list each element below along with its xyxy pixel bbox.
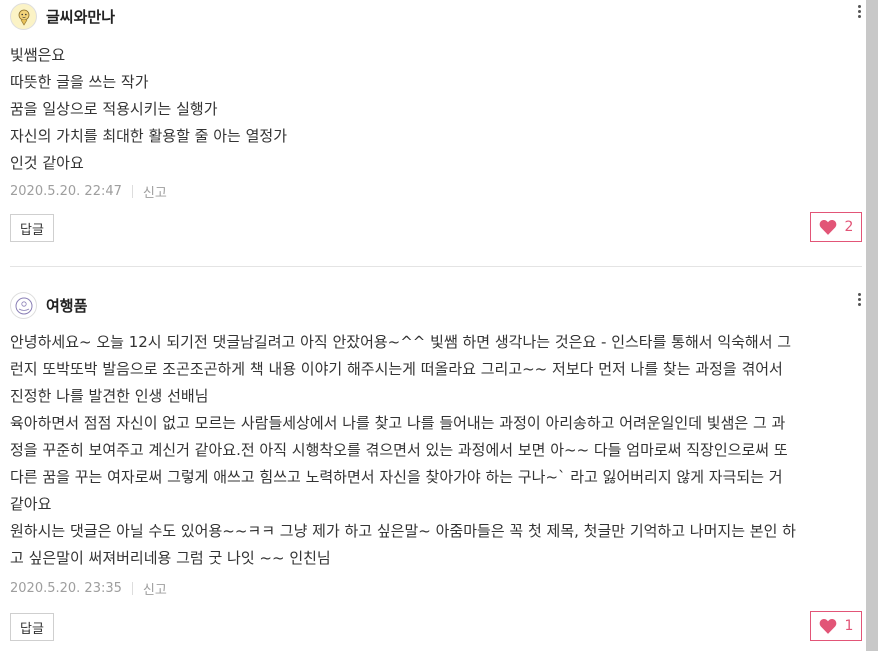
comment-line: 같아요 (10, 495, 52, 513)
comment-body: 안녕하세요~ 오늘 12시 되기전 댓글남길려고 아직 안잤어용~^^ 빛쌤 하… (10, 329, 858, 572)
comment-line: 자신의 가치를 최대한 활용할 줄 아는 열정가 (10, 127, 288, 145)
comment-line: 진정한 나를 발견한 인생 선배님 (10, 387, 209, 405)
meta-divider (131, 185, 133, 198)
like-button[interactable]: 2 (810, 212, 862, 242)
comment-meta: 2020.5.20. 23:35 신고 (10, 579, 167, 598)
reply-button[interactable]: 답글 (10, 214, 54, 242)
like-count: 2 (844, 219, 854, 235)
comment-timestamp: 2020.5.20. 23:35 (10, 581, 122, 596)
comment-line: 빛쌤은요 (10, 46, 66, 64)
reply-button[interactable]: 답글 (10, 613, 54, 641)
report-link[interactable]: 신고 (143, 182, 167, 201)
comment-header: 여행품 (10, 292, 87, 319)
comment-line: 정을 꾸준히 보여주고 계신거 같아요.전 아직 시행착오를 겪으면서 있는 과… (10, 441, 788, 459)
report-link[interactable]: 신고 (143, 579, 167, 598)
comment-line: 런지 또박또박 발음으로 조곤조곤하게 책 내용 이야기 해주시는게 떠올라요 … (10, 360, 783, 378)
comment-header: 글씨와만나 (10, 3, 115, 30)
comment-line: 다른 꿈을 꾸는 여자로써 그렇게 애쓰고 힘쓰고 노력하면서 자신을 찾아가야… (10, 468, 783, 486)
more-options-icon[interactable] (858, 5, 862, 18)
heart-icon (819, 618, 836, 634)
like-count: 1 (844, 618, 854, 634)
comment-line: 고 싶은말이 써져버리네용 그럼 굿 나잇 ~~ 인친님 (10, 549, 331, 567)
comment-author[interactable]: 여행품 (46, 295, 87, 316)
meta-divider (131, 582, 133, 595)
comment-line: 따뜻한 글을 쓰는 작가 (10, 73, 149, 91)
yellow-character-avatar-icon[interactable] (10, 3, 37, 30)
comment-line: 육아하면서 점점 자신이 없고 모르는 사람들세상에서 나를 찾고 나를 들어내… (10, 414, 786, 432)
comment-line: 안녕하세요~ 오늘 12시 되기전 댓글남길려고 아직 안잤어용~^^ 빛쌤 하… (10, 333, 792, 351)
comment-item: 글씨와만나 빛쌤은요 따뜻한 글을 쓰는 작가 꿈을 일상으로 적용시키는 실행… (0, 0, 866, 266)
comment-line: 인것 같아요 (10, 154, 84, 172)
stamp-avatar-icon[interactable] (10, 292, 37, 319)
comment-body: 빛쌤은요 따뜻한 글을 쓰는 작가 꿈을 일상으로 적용시키는 실행가 자신의 … (10, 42, 858, 177)
heart-icon (819, 219, 836, 235)
comment-meta: 2020.5.20. 22:47 신고 (10, 182, 167, 201)
comment-line: 꿈을 일상으로 적용시키는 실행가 (10, 100, 218, 118)
comment-item: 여행품 안녕하세요~ 오늘 12시 되기전 댓글남길려고 아직 안잤어용~^^ … (0, 282, 866, 651)
comment-author[interactable]: 글씨와만나 (46, 6, 115, 27)
more-options-icon[interactable] (858, 293, 862, 306)
comment-timestamp: 2020.5.20. 22:47 (10, 184, 122, 199)
like-button[interactable]: 1 (810, 611, 862, 641)
comment-line: 원하시는 댓글은 아닐 수도 있어용~~ㅋㅋ 그냥 제가 하고 싶은말~ 아줌마… (10, 522, 796, 540)
comment-divider (10, 266, 862, 267)
comment-list: 글씨와만나 빛쌤은요 따뜻한 글을 쓰는 작가 꿈을 일상으로 적용시키는 실행… (0, 0, 866, 651)
